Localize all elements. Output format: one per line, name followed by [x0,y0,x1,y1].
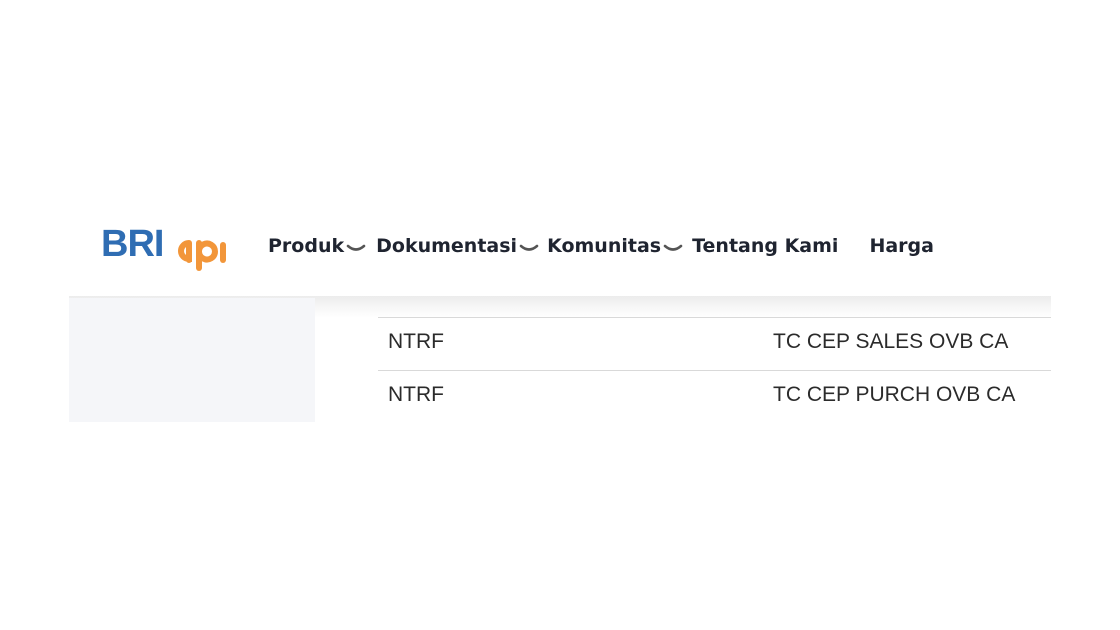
table-row: NTRF TC CEP PURCH OVB CA [378,370,1051,423]
nav-item-label: Harga [869,235,934,257]
transaction-code-cell: NTRF [388,383,444,406]
left-sidebar [69,298,315,422]
nav-item-harga[interactable]: Harga [869,235,934,257]
bri-api-logo[interactable]: BRI [101,224,232,274]
table-row: NTRF TC CEP SALES OVB CA [378,317,1051,370]
nav-item-label: Produk [268,235,345,257]
nav-item-label: Dokumentasi [376,235,518,257]
top-navbar: BRI Produk Dokumentasi Komunitas Tentang… [0,210,1120,298]
chevron-down-icon [663,244,683,251]
description-cell: TC CEP SALES OVB CA [773,330,1009,353]
nav-item-komunitas[interactable]: Komunitas [547,235,683,257]
page: BRI Produk Dokumentasi Komunitas Tentang… [0,0,1120,630]
description-cell: TC CEP PURCH OVB CA [773,383,1016,406]
nav-item-tentang-kami[interactable]: Tentang Kami [692,235,838,257]
nav-item-produk[interactable]: Produk [268,235,366,257]
nav-item-label: Tentang Kami [692,235,839,257]
nav-item-dokumentasi[interactable]: Dokumentasi [376,235,539,257]
nav-item-label: Komunitas [547,235,662,257]
logo-bri-text: BRI [101,223,164,265]
chevron-down-icon [346,244,366,251]
logo-api-mark [178,240,227,271]
transaction-code-table: NTRF TC CEP SALES OVB CA NTRF TC CEP PUR… [378,317,1051,423]
chevron-down-icon [519,244,539,251]
transaction-code-cell: NTRF [388,330,444,353]
main-nav: Produk Dokumentasi Komunitas Tentang Kam… [268,231,934,261]
